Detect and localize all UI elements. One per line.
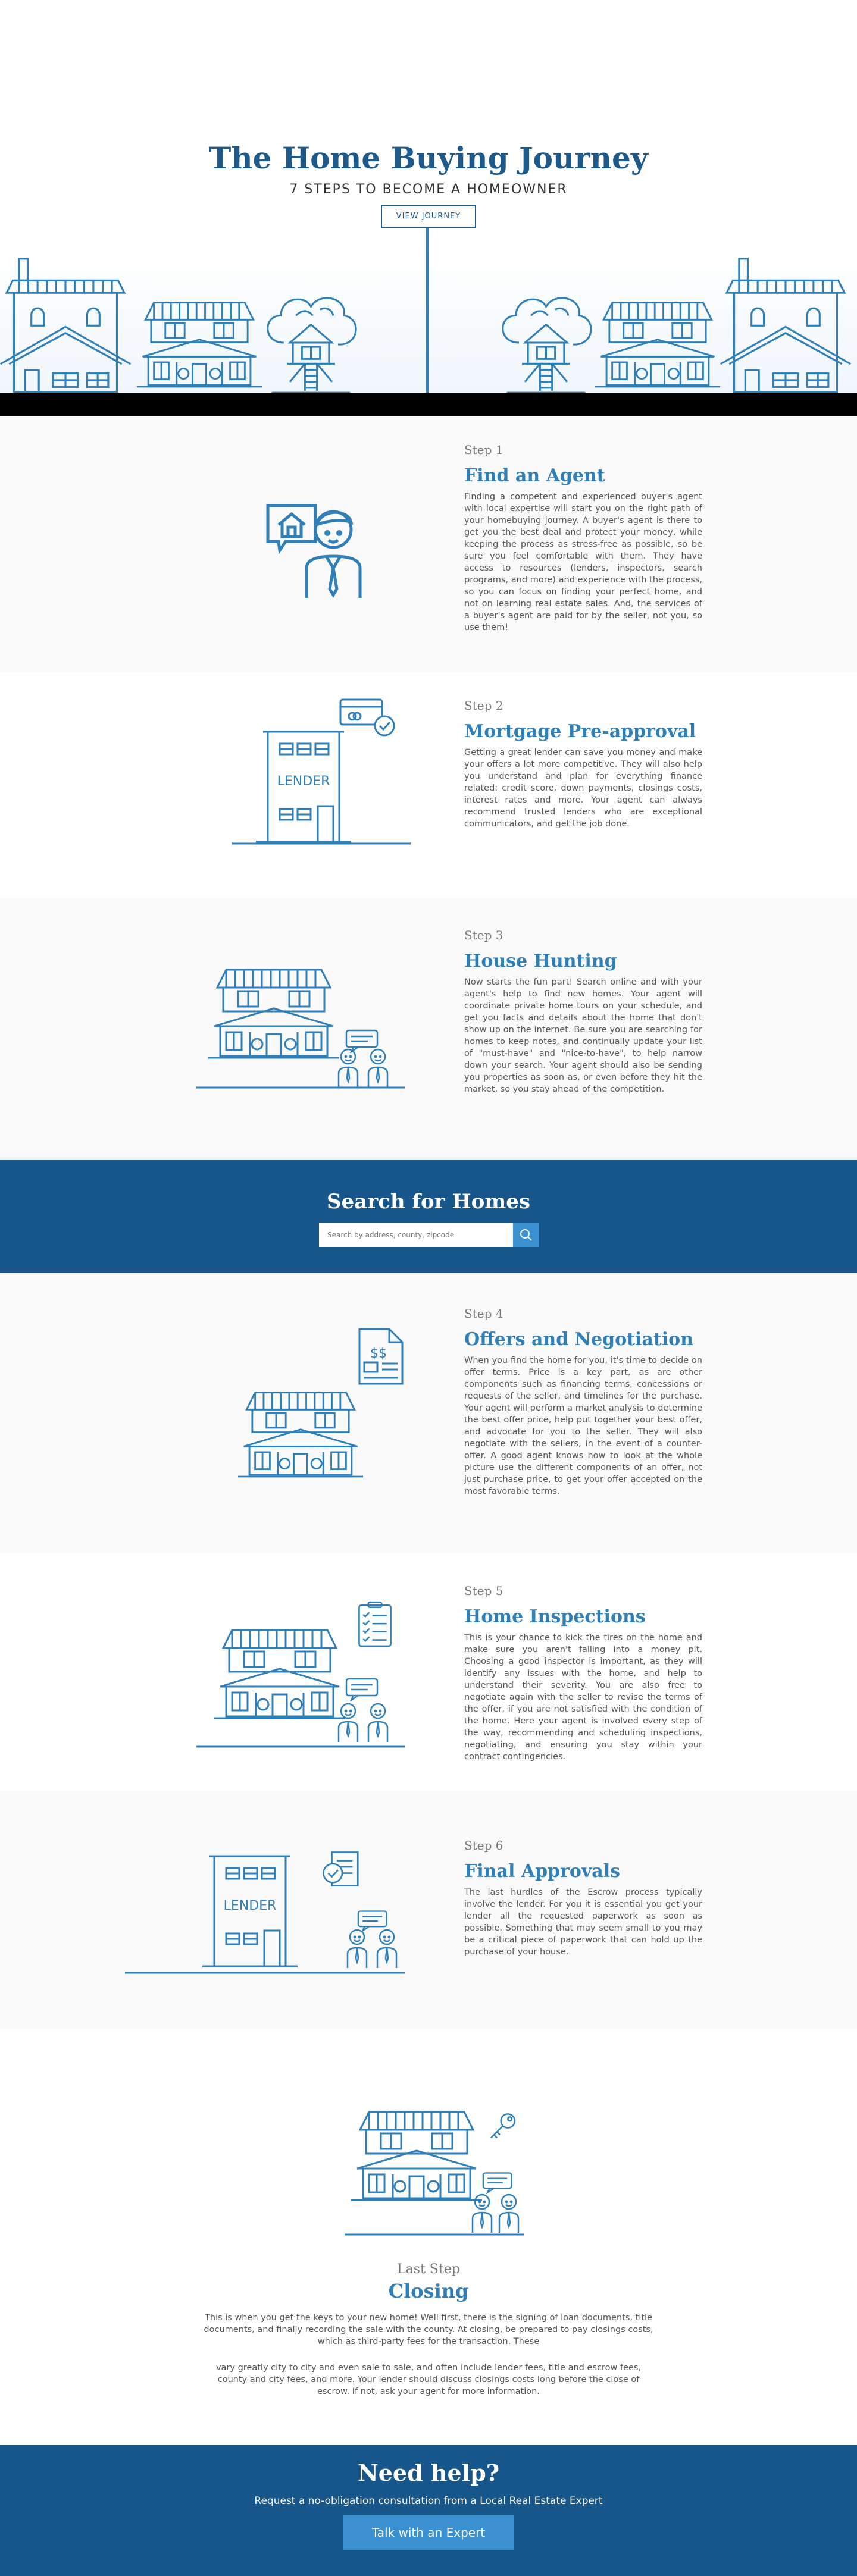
search-input[interactable] [319, 1223, 513, 1247]
step-description: This is your chance to kick the tires on… [464, 1633, 702, 1762]
final-approvals-illustration: LENDER [125, 1851, 405, 1974]
step-number: Last Step [397, 2262, 460, 2277]
closing-description-1: This is when you get the keys to your ne… [204, 2313, 653, 2346]
search-section: Search for Homes [0, 1160, 857, 1273]
hero: The Home Buying Journey 7 STEPS TO BECOM… [0, 0, 857, 416]
step-title: Home Inspections [464, 1606, 646, 1627]
help-section: Need help? Request a no-obligation consu… [0, 2445, 857, 2576]
inspection-illustration [196, 1601, 405, 1748]
step-2-section: LENDER Step 2 Mortgage Pre-approval Gett… [0, 672, 857, 898]
lender-building-illustration: LENDER [232, 698, 411, 845]
help-subtitle: Request a no-obligation consultation fro… [254, 2495, 603, 2507]
closing-illustration [345, 2111, 524, 2236]
house-hunting-illustration [196, 969, 405, 1089]
lender-label: LENDER [224, 1898, 277, 1913]
step-description: Getting a great lender can save you mone… [464, 748, 702, 829]
step-description: The last hurdles of the Escrow process t… [464, 1888, 702, 1957]
search-icon [520, 1229, 532, 1241]
step-title: House Hunting [464, 951, 617, 972]
search-title: Search for Homes [327, 1190, 530, 1214]
view-journey-button[interactable]: VIEW JOURNEY [381, 205, 476, 228]
closing-section: Last Step Closing This is when you get t… [0, 2029, 857, 2445]
help-title: Need help? [358, 2459, 499, 2486]
step-number: Step 6 [464, 1838, 503, 1853]
step-title: Find an Agent [464, 465, 605, 486]
step-number: Step 4 [464, 1306, 503, 1321]
talk-with-expert-button[interactable]: Talk with an Expert [343, 2515, 514, 2550]
step-title: Mortgage Pre-approval [464, 721, 696, 742]
step-6-section: LENDER Step 6 Final Approvals The last h… [0, 1791, 857, 2029]
hero-houses-illustration [0, 258, 851, 394]
page-subtitle: 7 STEPS TO BECOME A HOMEOWNER [289, 182, 568, 197]
step-title: Offers and Negotiation [464, 1329, 693, 1350]
search-button[interactable] [513, 1223, 539, 1247]
step-1-section: Step 1 Find an Agent Finding a competent… [0, 416, 857, 672]
step-number: Step 2 [464, 698, 503, 713]
dollar-label: $$ [370, 1346, 387, 1361]
page-title: The Home Buying Journey [209, 140, 648, 176]
step-description: Now starts the fun part! Search online a… [464, 977, 702, 1094]
agent-icon [262, 494, 369, 601]
step-5-section: Step 5 Home Inspections This is your cha… [0, 1553, 857, 1791]
step-number: Step 1 [464, 443, 503, 457]
lender-label: LENDER [277, 774, 330, 789]
step-number: Step 3 [464, 928, 503, 942]
step-3-section: Step 3 House Hunting Now starts the fun … [0, 898, 857, 1160]
step-number: Step 5 [464, 1584, 503, 1598]
step-4-section: $$ Step 4 Offers and Negotiation When yo… [0, 1273, 857, 1553]
step-title: Final Approvals [464, 1861, 620, 1882]
hero-divider-band [0, 393, 857, 416]
step-description: When you find the home for you, it's tim… [464, 1356, 702, 1496]
closing-description-2: vary greatly city to city and even sale … [215, 2363, 642, 2396]
step-title: Closing [388, 2280, 469, 2302]
offers-illustration: $$ [238, 1328, 404, 1478]
step-description: Finding a competent and experienced buye… [464, 492, 702, 632]
